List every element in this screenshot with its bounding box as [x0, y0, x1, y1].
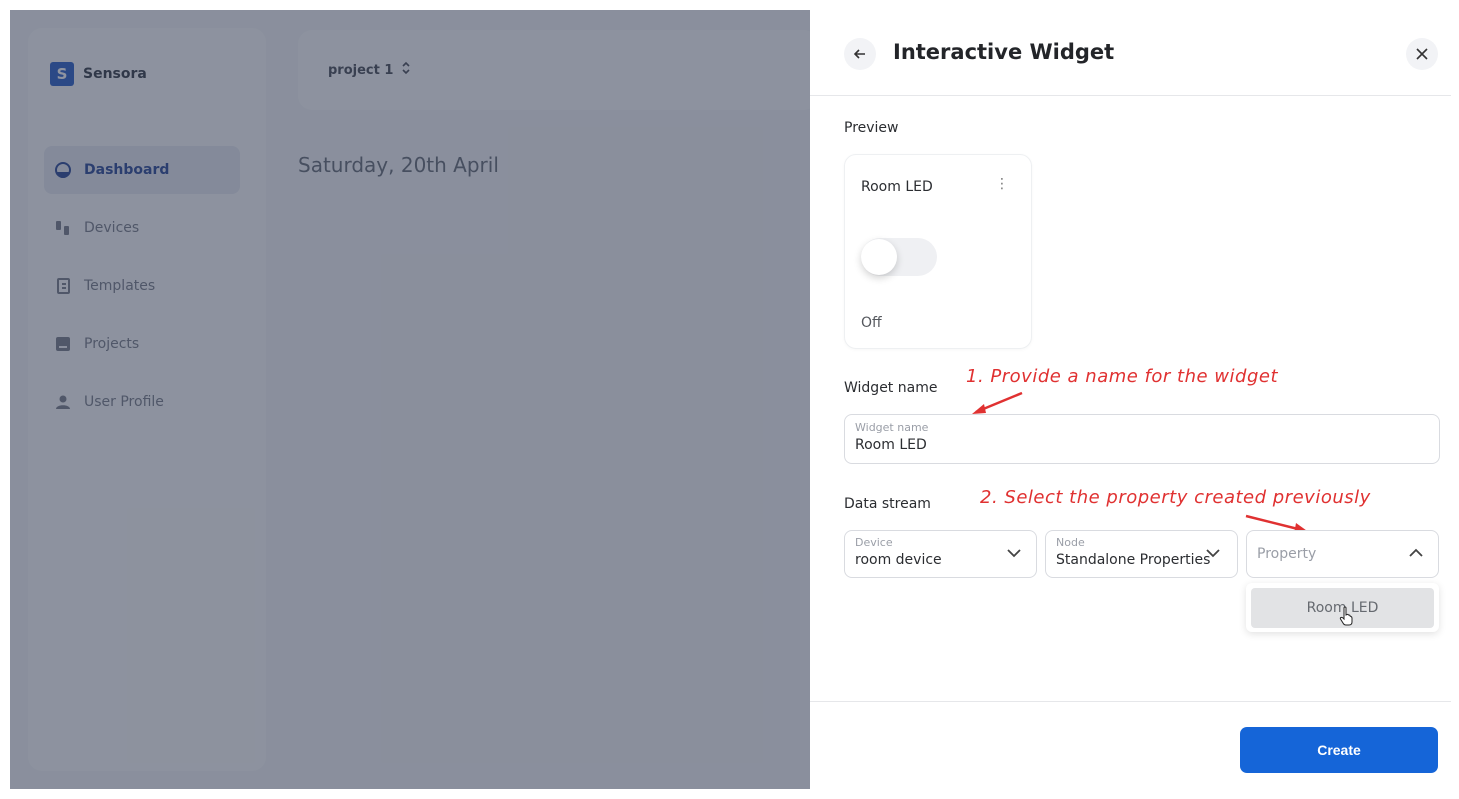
device-value: room device — [855, 552, 942, 568]
annotation-step-2: 2. Select the property created previousl… — [980, 487, 1371, 508]
node-field-label: Node — [1056, 536, 1085, 549]
widget-name-value: Room LED — [855, 437, 927, 453]
close-button[interactable] — [1406, 38, 1438, 70]
interactive-widget-drawer: Interactive Widget Preview Room LED ⋮ Of… — [810, 10, 1451, 789]
preview-card-title: Room LED — [861, 179, 933, 195]
modal-overlay[interactable] — [10, 10, 810, 789]
data-stream-section-label: Data stream — [844, 496, 931, 512]
widget-preview-card: Room LED ⋮ Off — [844, 154, 1032, 349]
create-button[interactable]: Create — [1240, 727, 1438, 773]
widget-name-input[interactable]: Widget name Room LED — [844, 414, 1440, 464]
annotation-arrow-1 — [972, 391, 1023, 414]
drawer-title: Interactive Widget — [893, 40, 1115, 64]
back-button[interactable] — [844, 38, 876, 70]
property-dropdown-menu: Room LED — [1246, 583, 1439, 632]
property-option-room-led[interactable]: Room LED — [1251, 588, 1434, 628]
hand-cursor-icon — [1339, 606, 1353, 626]
widget-name-section-label: Widget name — [844, 380, 938, 396]
chevron-down-icon — [1007, 549, 1021, 558]
close-icon — [1416, 48, 1428, 60]
property-placeholder: Property — [1257, 546, 1317, 562]
preview-label: Preview — [844, 120, 899, 136]
node-select[interactable]: Node Standalone Properties — [1045, 530, 1238, 578]
annotation-step-1: 1. Provide a name for the widget — [966, 366, 1278, 387]
footer-divider — [810, 701, 1451, 702]
device-select[interactable]: Device room device — [844, 530, 1037, 578]
screen: S Sensora Dashboard Devices — [10, 10, 1451, 789]
drawer-header: Interactive Widget — [810, 10, 1451, 96]
device-field-label: Device — [855, 536, 893, 549]
property-select[interactable]: Property — [1246, 530, 1439, 578]
chevron-up-icon — [1409, 548, 1423, 557]
toggle-knob — [861, 239, 897, 275]
node-value: Standalone Properties — [1056, 552, 1211, 568]
preview-state-text: Off — [861, 315, 882, 331]
arrow-left-icon — [853, 49, 865, 59]
preview-toggle-switch[interactable] — [861, 238, 937, 276]
widget-name-field-label: Widget name — [855, 421, 929, 434]
chevron-down-icon — [1206, 549, 1220, 558]
kebab-menu-icon[interactable]: ⋮ — [995, 177, 1009, 191]
